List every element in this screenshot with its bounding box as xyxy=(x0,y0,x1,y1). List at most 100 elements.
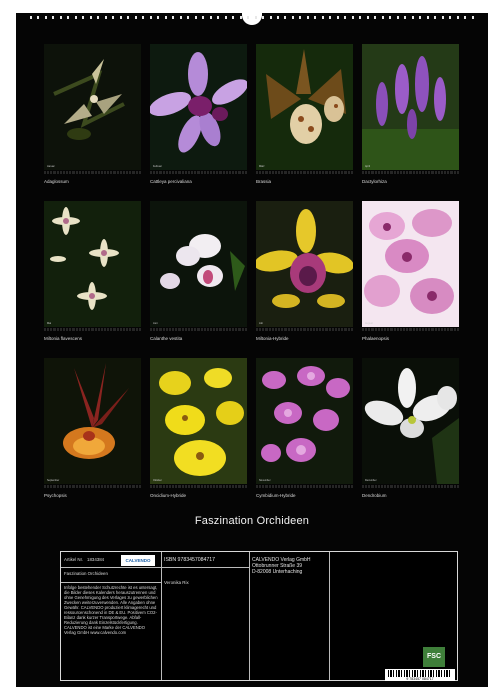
day-cell xyxy=(175,171,178,174)
day-row xyxy=(362,171,459,175)
binding-hole xyxy=(441,16,444,19)
day-cell xyxy=(50,171,53,174)
day-cell xyxy=(116,171,119,174)
day-cell xyxy=(399,328,403,331)
binding-holes xyxy=(16,16,488,20)
day-cell xyxy=(138,328,141,331)
day-cell xyxy=(132,171,135,174)
day-cell xyxy=(94,171,97,174)
month-tile[interactable]: Juni Calanthe vestita xyxy=(150,201,247,341)
month-tile[interactable]: Juli Miltonia-Hybride xyxy=(256,201,353,341)
month-label: Juni xyxy=(153,322,158,325)
month-tile[interactable]: August Phalaenopsis xyxy=(362,201,459,341)
day-cell xyxy=(377,485,380,488)
orchid-photo: Oktober xyxy=(150,358,247,484)
binding-hole xyxy=(314,16,317,19)
day-cell xyxy=(393,328,396,331)
day-cell xyxy=(103,171,107,174)
binding-hole xyxy=(149,16,152,19)
day-cell xyxy=(331,328,334,331)
day-cell xyxy=(209,171,213,174)
day-cell xyxy=(78,485,81,488)
day-cell xyxy=(156,328,159,331)
month-tile[interactable]: Januar Adaglossum xyxy=(44,44,141,184)
month-tile[interactable]: April Dactylorhiza xyxy=(362,44,459,184)
binding-hole xyxy=(411,16,414,19)
month-tile[interactable]: März Brassia xyxy=(256,44,353,184)
product-title: Faszination Orchideen xyxy=(64,571,108,576)
day-cell xyxy=(315,328,319,331)
day-cell xyxy=(412,485,415,488)
day-cell xyxy=(341,328,344,331)
binding-hole xyxy=(157,16,160,19)
day-cell xyxy=(238,485,241,488)
caption: Miltonia-Hybride xyxy=(256,336,289,341)
day-cell xyxy=(431,171,434,174)
day-cell xyxy=(59,171,62,174)
day-cell xyxy=(203,485,206,488)
day-cell xyxy=(110,485,113,488)
orchid-photo: März xyxy=(256,44,353,170)
month-label: Oktober xyxy=(153,479,162,482)
day-cell xyxy=(228,328,232,331)
day-cell xyxy=(153,485,156,488)
month-tile[interactable]: September Psychopsis xyxy=(44,358,141,498)
month-tile[interactable]: Februar Cattleya percivaliana xyxy=(150,44,247,184)
day-cell xyxy=(384,171,387,174)
caption: Oncidium-Hybride xyxy=(150,493,187,498)
day-cell xyxy=(365,171,368,174)
day-cell xyxy=(362,328,365,331)
month-tile[interactable]: Mai Miltonia flavescens xyxy=(44,201,141,341)
day-cell xyxy=(219,328,222,331)
article-number: 1834384 xyxy=(87,557,105,562)
month-tile[interactable]: Oktober Oncidium-Hybride xyxy=(150,358,247,498)
publisher-address: CALVENDO Verlag GmbH Ottobrunner Straße … xyxy=(252,557,311,575)
day-cell xyxy=(69,171,72,174)
day-cell xyxy=(309,328,312,331)
caption: Dendrobium xyxy=(362,493,387,498)
day-cell xyxy=(66,171,69,174)
orchid-photo: Mai xyxy=(44,201,141,327)
day-cell xyxy=(219,171,222,174)
day-cell xyxy=(259,171,262,174)
day-cell xyxy=(47,485,50,488)
day-cell xyxy=(56,171,59,174)
day-cell xyxy=(194,485,197,488)
day-cell xyxy=(418,328,421,331)
day-cell xyxy=(72,328,75,331)
day-cell xyxy=(85,485,88,488)
day-cell xyxy=(396,171,399,174)
month-tile[interactable]: November Cymbidium-Hybride xyxy=(256,358,353,498)
month-tile[interactable]: Dezember Dendrobium xyxy=(362,358,459,498)
day-cell xyxy=(222,328,225,331)
day-cell xyxy=(303,485,306,488)
day-cell xyxy=(244,171,247,174)
binding-hole xyxy=(284,16,287,19)
day-cell xyxy=(216,328,219,331)
day-cell xyxy=(325,485,328,488)
day-cell xyxy=(241,485,244,488)
day-cell xyxy=(135,485,138,488)
day-cell xyxy=(331,171,334,174)
day-cell xyxy=(437,328,440,331)
day-cell xyxy=(362,171,365,174)
day-cell xyxy=(184,328,187,331)
day-cell xyxy=(322,328,325,331)
day-cell xyxy=(281,171,284,174)
month-label: November xyxy=(259,479,271,482)
day-cell xyxy=(135,328,138,331)
binding-hole xyxy=(336,16,339,19)
day-cell xyxy=(325,171,328,174)
day-cell xyxy=(203,328,206,331)
day-cell xyxy=(97,328,100,331)
day-cell xyxy=(287,485,290,488)
day-cell xyxy=(184,171,187,174)
day-row xyxy=(150,485,247,489)
day-cell xyxy=(150,171,153,174)
day-cell xyxy=(406,485,409,488)
day-cell xyxy=(425,171,428,174)
day-cell xyxy=(209,328,213,331)
day-cell xyxy=(322,171,325,174)
day-cell xyxy=(100,485,103,488)
day-cell xyxy=(75,171,78,174)
